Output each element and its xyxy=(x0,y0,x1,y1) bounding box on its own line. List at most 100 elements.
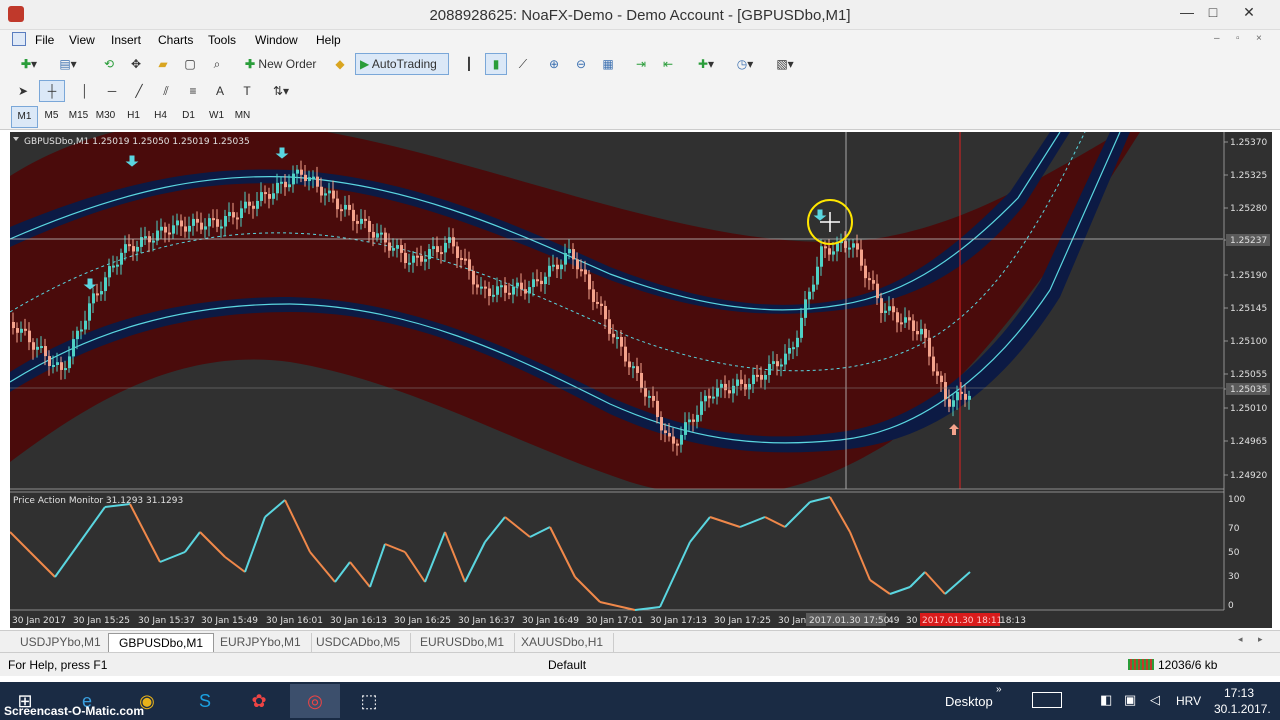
fibonacci-button[interactable]: ≡ xyxy=(182,80,204,102)
time-tick-label: 30 Jan 17:25 xyxy=(714,616,771,626)
data-window-button[interactable]: ▰ xyxy=(152,53,174,75)
crosshair-button[interactable]: ┼ xyxy=(39,80,65,102)
tab-usdjpybo-m1[interactable]: USDJPYbo,M1 xyxy=(10,633,112,652)
menu-window[interactable]: Window xyxy=(255,33,298,47)
timeframe-h4[interactable]: H4 xyxy=(147,106,174,128)
terminal-button[interactable]: ▢ xyxy=(179,53,201,75)
menu-insert[interactable]: Insert xyxy=(111,33,141,47)
candle-body xyxy=(956,391,959,401)
timeframe-mn[interactable]: MN xyxy=(229,106,256,128)
menu-file[interactable]: File xyxy=(35,33,54,47)
toolbar-expand-icon[interactable]: » xyxy=(996,684,1002,695)
arrows-button[interactable]: ⇅▾ xyxy=(263,80,299,102)
candle-body xyxy=(84,320,87,330)
zoom-out-button[interactable]: ⊖ xyxy=(570,53,592,75)
horizontal-line-button[interactable]: ─ xyxy=(101,80,123,102)
child-restore-button[interactable]: ▫ xyxy=(1236,33,1240,44)
time-tick-label: 30 Jan 15:37 xyxy=(138,616,195,626)
profiles-button[interactable]: ▤▾ xyxy=(50,53,86,75)
app-taskbar-button[interactable]: ✿ xyxy=(234,684,284,718)
menu-help[interactable]: Help xyxy=(316,33,341,47)
candlestick-button[interactable]: ▮ xyxy=(485,53,507,75)
desktop-toolbar[interactable]: Desktop xyxy=(945,694,993,709)
close-button[interactable]: ✕ xyxy=(1232,0,1266,26)
child-close-button[interactable]: × xyxy=(1256,33,1262,44)
chart-shift-button[interactable]: ⇥ xyxy=(630,53,652,75)
chart-window[interactable]: GBPUSDbo,M1 1.25019 1.25050 1.25019 1.25… xyxy=(10,132,1272,628)
indicators-button[interactable]: ✚▾ xyxy=(690,53,722,75)
menu-charts[interactable]: Charts xyxy=(158,33,193,47)
tab-scroll-left-icon[interactable]: ◂ xyxy=(1238,634,1243,645)
osc-tick-label: 0 xyxy=(1228,601,1234,611)
tab-scroll-right-icon[interactable]: ▸ xyxy=(1258,634,1263,645)
volume-icon[interactable]: ◁ xyxy=(1150,692,1160,708)
candle-body xyxy=(76,330,79,340)
text-label-button[interactable]: T xyxy=(236,80,258,102)
meta-editor-button[interactable]: ◆ xyxy=(329,53,351,75)
vertical-line-button[interactable]: │ xyxy=(74,80,96,102)
candle-body xyxy=(848,247,851,250)
timeframe-m30[interactable]: M30 xyxy=(92,106,119,128)
periods-button[interactable]: ◷▾ xyxy=(728,53,762,75)
market-watch-button[interactable]: ⟲ xyxy=(98,53,120,75)
tab-usdcadbo-m5[interactable]: USDCADbo,M5 xyxy=(306,633,412,652)
clock-time[interactable]: 17:13 xyxy=(1224,686,1254,700)
candle-body xyxy=(744,384,747,390)
zoom-in-button[interactable]: ⊕ xyxy=(543,53,565,75)
timeframe-h1[interactable]: H1 xyxy=(120,106,147,128)
tab-eurjpybo-m1[interactable]: EURJPYbo,M1 xyxy=(210,633,312,652)
timeframe-m15[interactable]: M15 xyxy=(65,106,92,128)
tab-eurusdbo-m1[interactable]: EURUSDbo,M1 xyxy=(410,633,516,652)
maximize-button[interactable]: □ xyxy=(1196,0,1230,26)
timeframe-m5[interactable]: M5 xyxy=(38,106,65,128)
equidistant-channel-button[interactable]: ⫽ xyxy=(155,80,177,102)
candle-body xyxy=(524,289,527,294)
tester-button[interactable]: ⌕ xyxy=(206,53,228,75)
tile-windows-button[interactable]: ▦ xyxy=(597,53,619,75)
menu-view[interactable]: View xyxy=(69,33,95,47)
candle-body xyxy=(88,303,91,321)
autoscroll-button[interactable]: ⇤ xyxy=(657,53,679,75)
new-chart-button[interactable]: ✚▾ xyxy=(12,53,46,75)
trendline-button[interactable]: ╱ xyxy=(128,80,150,102)
language-indicator[interactable]: HRV xyxy=(1176,694,1201,708)
navigator-button[interactable]: ✥ xyxy=(125,53,147,75)
candle-body xyxy=(252,205,255,209)
templates-button[interactable]: ▧▾ xyxy=(768,53,802,75)
candle-body xyxy=(356,221,359,224)
new-order-label: New Order xyxy=(258,57,317,71)
candle-body xyxy=(480,286,483,289)
candle-body xyxy=(588,274,591,290)
candle-body xyxy=(796,337,799,348)
clock-date[interactable]: 30.1.2017. xyxy=(1214,702,1271,716)
new-order-button[interactable]: ✚ New Order xyxy=(240,53,326,75)
candle-body xyxy=(496,286,499,295)
tab-xauusdbo-h1[interactable]: XAUUSDbo,H1 xyxy=(511,633,615,652)
child-minimize-button[interactable]: – xyxy=(1214,33,1220,44)
screencast-taskbar-button[interactable]: ⬚ xyxy=(344,684,394,718)
bar-chart-button[interactable]: ┃ xyxy=(458,53,480,75)
network-icon[interactable]: ▣ xyxy=(1124,692,1136,708)
candle-body xyxy=(448,237,451,243)
cursor-button[interactable]: ➤ xyxy=(12,80,34,102)
autotrading-button[interactable]: ▶ AutoTrading xyxy=(355,53,449,75)
action-center-icon[interactable]: ◧ xyxy=(1100,692,1112,708)
candle-body xyxy=(292,173,295,185)
candle-body xyxy=(376,233,379,238)
chart-canvas[interactable]: GBPUSDbo,M1 1.25019 1.25050 1.25019 1.25… xyxy=(10,132,1272,628)
skype-taskbar-button[interactable]: S xyxy=(180,684,230,718)
candle-body xyxy=(864,265,867,279)
text-button[interactable]: A xyxy=(209,80,231,102)
candle-body xyxy=(800,317,803,338)
keyboard-icon[interactable] xyxy=(1032,692,1062,708)
timeframe-m1[interactable]: M1 xyxy=(11,106,38,128)
metatrader-taskbar-button[interactable]: ◎ xyxy=(290,684,340,718)
timeframe-d1[interactable]: D1 xyxy=(175,106,202,128)
status-bar: For Help, press F1 Default 12036/6 kb xyxy=(0,652,1280,676)
menu-tools[interactable]: Tools xyxy=(208,33,236,47)
line-chart-button[interactable]: ⟋ xyxy=(512,53,534,75)
tab-gbpusdbo-m1[interactable]: GBPUSDbo,M1 xyxy=(108,633,215,652)
price-tick-label: 1.25035 xyxy=(1230,385,1267,395)
timeframe-w1[interactable]: W1 xyxy=(203,106,230,128)
candle-body xyxy=(32,342,35,350)
